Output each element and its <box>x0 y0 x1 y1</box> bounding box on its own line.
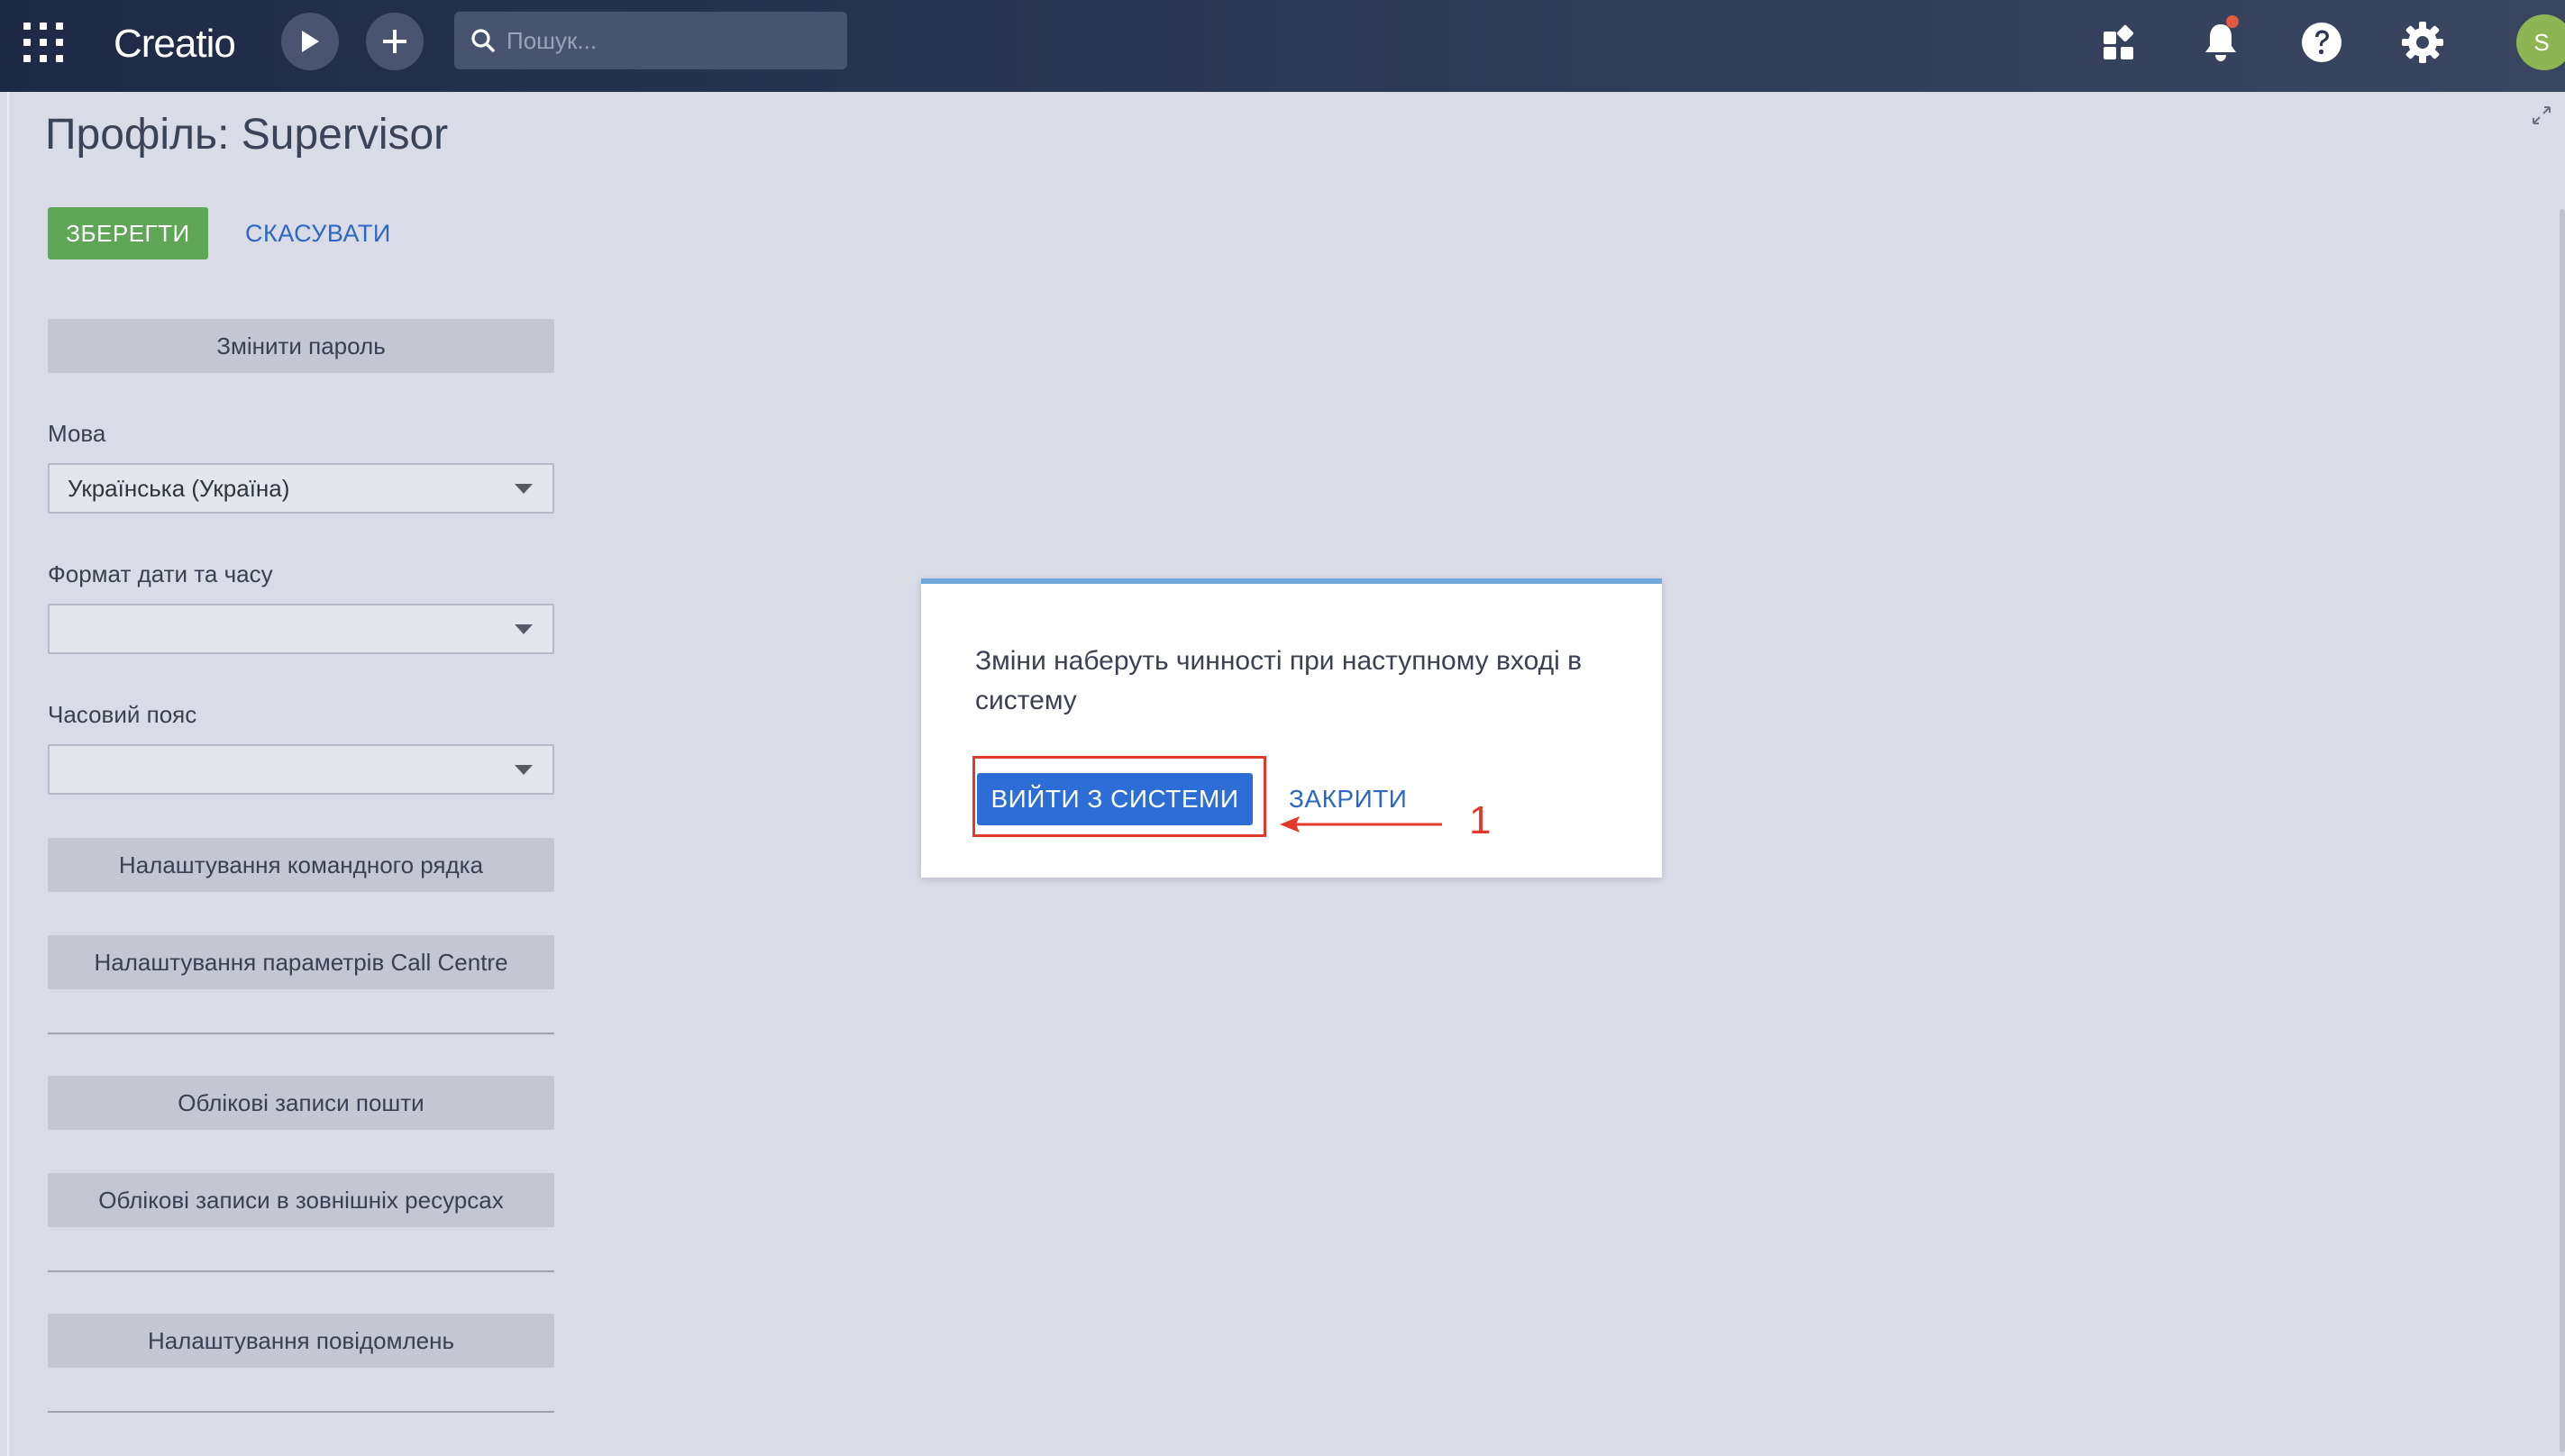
help-icon <box>2302 23 2341 62</box>
chevron-down-icon <box>515 484 533 494</box>
expand-icon[interactable] <box>2531 105 2552 126</box>
section-divider <box>48 1033 554 1034</box>
notification-settings-button[interactable]: Налаштування повідомлень <box>48 1314 554 1368</box>
add-button[interactable] <box>366 13 424 70</box>
timezone-select[interactable] <box>48 744 554 795</box>
email-accounts-button[interactable]: Облікові записи пошти <box>48 1076 554 1130</box>
widgets-icon[interactable] <box>2093 15 2147 69</box>
plus-icon <box>383 30 406 53</box>
gear-icon <box>2402 22 2443 63</box>
command-line-settings-button[interactable]: Налаштування командного рядка <box>48 838 554 892</box>
page-title: Профіль: Supervisor <box>45 111 449 159</box>
datetime-format-label: Формат дати та часу <box>48 560 273 587</box>
play-icon <box>302 31 319 52</box>
top-navigation-bar: Creatio Пошук... S <box>0 0 2565 92</box>
chevron-down-icon <box>515 765 533 775</box>
page-scrollbar[interactable] <box>2560 209 2565 1452</box>
external-accounts-button[interactable]: Облікові записи в зовнішніх ресурсах <box>48 1173 554 1227</box>
annotation-highlight-box <box>972 756 1266 837</box>
bell-icon <box>2205 24 2236 61</box>
language-label: Мова <box>48 420 106 447</box>
chevron-down-icon <box>515 624 533 634</box>
creatio-logo[interactable]: Creatio <box>114 20 236 68</box>
save-button[interactable]: ЗБЕРЕГТИ <box>48 207 208 259</box>
global-search[interactable] <box>454 12 847 69</box>
change-password-button[interactable]: Змінити пароль <box>48 319 554 373</box>
annotation-number: 1 <box>1469 798 1492 842</box>
run-process-button[interactable] <box>281 13 339 70</box>
apps-grid-icon[interactable] <box>23 23 63 62</box>
cancel-button[interactable]: СКАСУВАТИ <box>245 207 391 259</box>
notifications-button[interactable] <box>2194 15 2248 69</box>
search-input[interactable] <box>505 25 829 56</box>
language-select[interactable]: Українська (Україна) <box>48 463 554 514</box>
section-divider <box>48 1411 554 1413</box>
language-value: Українська (Україна) <box>68 474 290 502</box>
datetime-format-select[interactable] <box>48 604 554 654</box>
annotation-arrow-icon <box>1280 816 1442 833</box>
timezone-label: Часовий пояс <box>48 701 197 728</box>
user-avatar[interactable]: S <box>2516 14 2565 70</box>
section-divider <box>48 1270 554 1272</box>
settings-button[interactable] <box>2396 15 2450 69</box>
search-icon <box>471 29 495 52</box>
notification-badge <box>2226 15 2239 28</box>
dialog-message: Зміни наберуть чинності при наступному в… <box>975 646 1583 715</box>
call-centre-settings-button[interactable]: Налаштування параметрів Call Centre <box>48 935 554 989</box>
help-button[interactable] <box>2295 15 2349 69</box>
